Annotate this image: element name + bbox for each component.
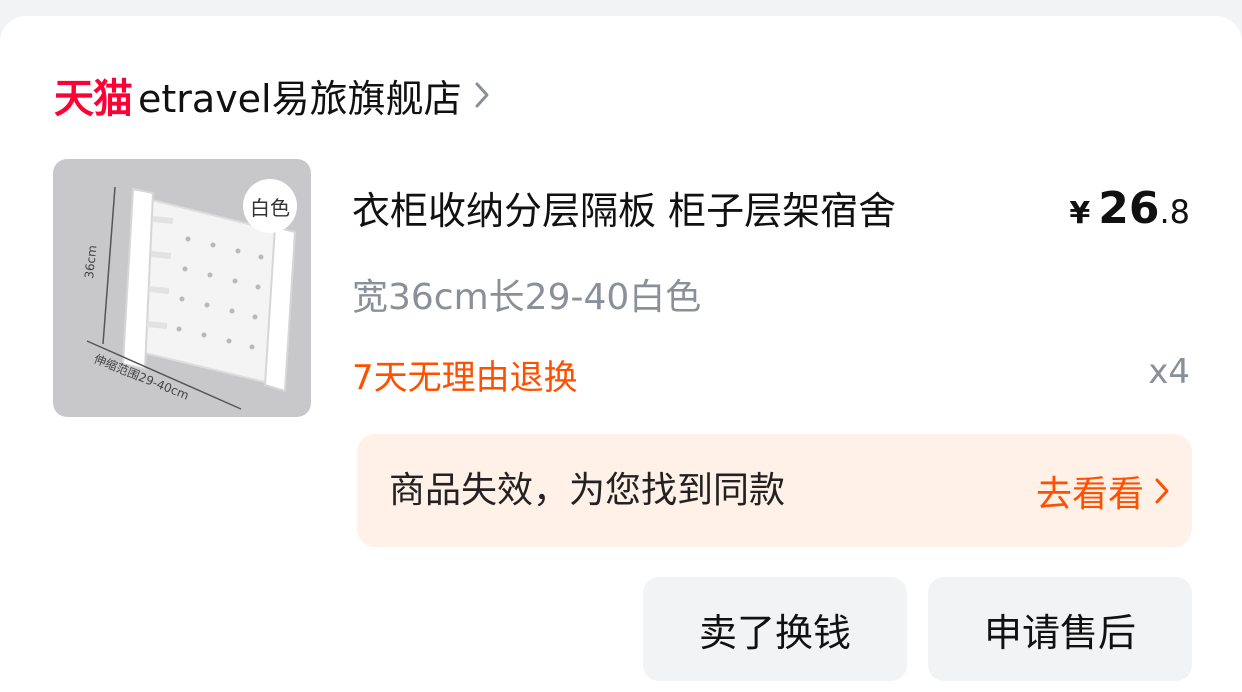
product-price: ¥ 26 .8 [1069,183,1190,234]
shop-header[interactable]: 天猫 etravel易旅旗舰店 [54,68,490,123]
chevron-right-icon [1144,477,1170,505]
product-title[interactable]: 衣柜收纳分层隔板 柜子层架宿舍 [352,180,1032,235]
notice-text: 商品失效，为您找到同款 [389,470,786,511]
return-policy-tag: 7天无理由退换 [352,358,578,398]
product-spec: 宽36cm长29-40白色 [352,277,702,318]
shop-name[interactable]: etravel易旅旗舰店 [138,68,462,123]
tmall-logo: 天猫 [54,76,133,122]
chevron-right-icon[interactable] [462,81,490,109]
variant-badge: 白色 [243,179,297,233]
price-integer: 26 [1098,183,1160,234]
quantity: x4 [1148,352,1190,392]
price-currency: ¥ [1069,196,1091,231]
product-thumbnail[interactable]: 36cm 伸缩范围29-40cm 白色 [53,159,311,417]
thumbnail-height-label: 36cm [82,244,99,279]
invalid-product-notice[interactable]: 商品失效，为您找到同款 去看看 [357,434,1192,547]
after-sale-button[interactable]: 申请售后 [928,577,1192,681]
sell-for-cash-button[interactable]: 卖了换钱 [643,577,907,681]
price-decimal: .8 [1159,193,1190,231]
view-similar-label: 去看看 [1035,473,1144,515]
view-similar-link[interactable]: 去看看 [1036,434,1170,547]
